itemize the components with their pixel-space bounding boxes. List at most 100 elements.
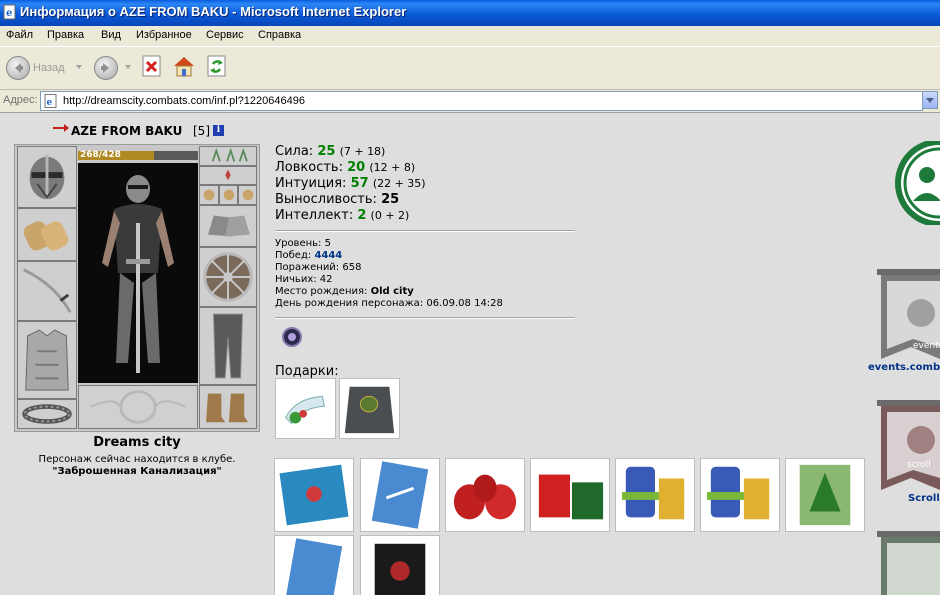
stat-label: Интеллект: (275, 208, 354, 223)
gift-tree-card[interactable] (785, 458, 865, 532)
menu-view[interactable]: Вид (101, 29, 121, 41)
fist-emblem-icon (89, 390, 187, 424)
info-draws: Ничьих: 42 (275, 274, 333, 285)
menu-edit[interactable]: Правка (47, 29, 84, 41)
toolbar: Назад (0, 47, 940, 90)
forward-button[interactable] (94, 56, 118, 80)
stat-value: 25 (317, 144, 336, 159)
gift-cloak[interactable] (339, 378, 400, 439)
banner-scroll[interactable]: scroll (877, 400, 940, 494)
location-text: Персонаж сейчас находится в клубе. (38, 454, 236, 465)
home-button[interactable] (172, 54, 196, 78)
menu-help[interactable]: Справка (258, 29, 301, 41)
info-label: Побед: (275, 250, 312, 261)
slot-weapon[interactable] (17, 261, 77, 321)
ring-icon (223, 189, 235, 201)
events-caption: events (913, 341, 940, 351)
character-image (78, 163, 198, 383)
gift-card-snow[interactable] (360, 458, 440, 532)
slot-ring-2[interactable] (219, 185, 238, 205)
banner-green[interactable] (889, 139, 940, 227)
address-input[interactable]: e http://dreamscity.combats.com/inf.pl?1… (40, 91, 923, 111)
slot-amulet[interactable] (199, 166, 257, 185)
back-button[interactable] (6, 56, 30, 80)
menu-favorites[interactable]: Избранное (136, 29, 192, 41)
gifts-label: Подарки: (275, 364, 339, 379)
slot-emblem (78, 385, 198, 429)
tree-card-icon (799, 464, 851, 526)
badge-icon[interactable] (281, 324, 303, 350)
divider (275, 317, 575, 319)
snow-card-icon (371, 461, 429, 529)
gift-card-snow-2[interactable] (274, 535, 354, 595)
character-level: [5] (193, 124, 210, 138)
menu-bar: Файл Правка Вид Избранное Сервис Справка (0, 26, 940, 47)
sword-icon (23, 268, 72, 313)
stat-label: Сила: (275, 144, 314, 159)
banner-events[interactable]: events (877, 269, 940, 363)
address-bar: Адрес: e http://dreamscity.combats.com/i… (0, 90, 940, 113)
dark-box-icon (374, 543, 426, 595)
arrow-right-icon (53, 124, 69, 132)
scroll-link[interactable]: Scroll (908, 493, 940, 504)
stat-intuition: Интуиция: 57 (22 + 35) (275, 176, 426, 191)
info-icon[interactable]: i (213, 125, 224, 136)
back-dropdown-icon[interactable] (76, 65, 82, 69)
address-dropdown-button[interactable] (922, 91, 938, 109)
slot-bracers[interactable] (17, 208, 77, 261)
gift-bags-icon (538, 474, 604, 520)
stat-value: 57 (350, 176, 369, 191)
slot-shield[interactable] (199, 247, 257, 307)
menu-file[interactable]: Файл (6, 29, 33, 41)
gift-tin-2[interactable] (700, 458, 780, 532)
gift-scroll[interactable] (275, 378, 336, 439)
refresh-button[interactable] (205, 54, 229, 78)
gift-card-2009[interactable] (274, 458, 354, 532)
slot-rings[interactable] (199, 146, 257, 166)
character-name[interactable]: AZE FROM BAKU (71, 124, 182, 138)
gift-bags[interactable] (530, 458, 610, 532)
slot-ring-1[interactable] (199, 185, 219, 205)
belt-icon (22, 404, 72, 424)
knight-image (102, 175, 174, 373)
info-level: Уровень: 5 (275, 238, 331, 249)
shield-icon (203, 252, 253, 302)
stat-value: 2 (357, 208, 367, 223)
page-content: AZE FROM BAKU [5] i 268/428 Dreams city … (0, 113, 940, 595)
forward-dropdown-icon[interactable] (125, 65, 131, 69)
slot-belt[interactable] (17, 399, 77, 429)
address-label: Адрес: (3, 94, 38, 106)
stat-detail: (7 + 18) (339, 145, 386, 158)
forward-arrow-icon (101, 63, 109, 73)
stat-label: Ловкость: (275, 160, 343, 175)
info-value: 5 (324, 238, 331, 249)
slot-helmet[interactable] (17, 146, 77, 208)
tin-coins-icon (706, 466, 770, 520)
info-label: Место рождения: (275, 286, 368, 297)
info-losses: Поражений: 658 (275, 262, 361, 273)
hp-text: 268/428 (80, 150, 121, 160)
stat-detail: (12 + 8) (369, 161, 416, 174)
slot-gloves[interactable] (199, 205, 257, 247)
slot-armor[interactable] (17, 321, 77, 399)
bracers-icon (23, 221, 69, 251)
info-value: 42 (319, 274, 333, 285)
gift-tin-1[interactable] (615, 458, 695, 532)
holiday-card-icon (279, 464, 349, 526)
slot-boots[interactable] (199, 385, 257, 429)
stat-value: 20 (347, 160, 366, 175)
menu-tools[interactable]: Сервис (206, 29, 244, 41)
horn-gift-icon (285, 395, 325, 425)
slot-leggings[interactable] (199, 307, 257, 385)
gift-sacks[interactable] (445, 458, 525, 532)
svg-text:e: e (47, 98, 53, 108)
slot-ring-3[interactable] (238, 185, 257, 205)
amulet-icon (225, 169, 231, 181)
stat-agility: Ловкость: 20 (12 + 8) (275, 160, 415, 175)
events-link[interactable]: events.combats (868, 362, 940, 373)
info-value: 06.09.08 14:28 (426, 298, 503, 309)
gift-dark-box[interactable] (360, 535, 440, 595)
banner-more[interactable] (877, 531, 940, 595)
stop-button[interactable] (140, 54, 164, 78)
info-value[interactable]: 4444 (314, 250, 342, 261)
